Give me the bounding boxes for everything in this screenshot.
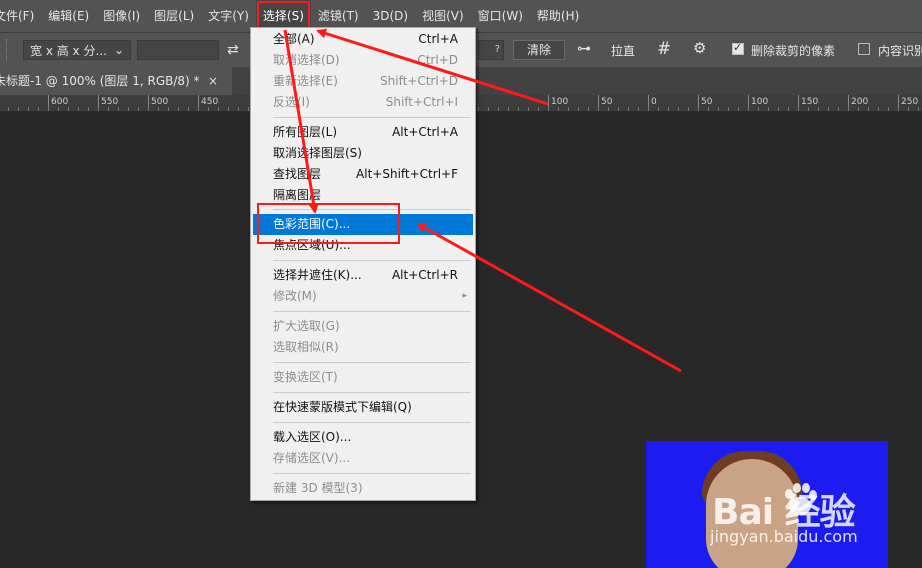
annotation-arrow bbox=[316, 28, 549, 106]
annotation-arrows bbox=[283, 28, 682, 373]
annotation-arrow bbox=[416, 222, 682, 373]
annotation-arrow bbox=[283, 29, 319, 214]
